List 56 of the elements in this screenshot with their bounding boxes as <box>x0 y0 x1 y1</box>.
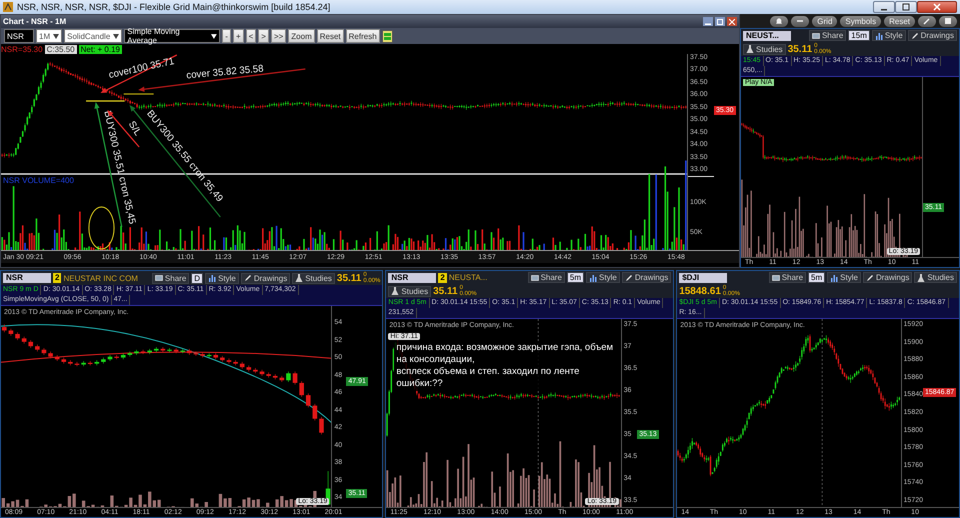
aggregation-button[interactable]: D <box>191 272 204 284</box>
last-price: 35.11 <box>433 286 458 296</box>
share-button[interactable]: Share <box>768 272 806 283</box>
study-dropdown[interactable]: Simple Moving Average <box>124 29 220 43</box>
symbol-field[interactable]: NSR <box>4 29 34 43</box>
net-change: Net: + 0.19 <box>78 44 122 54</box>
link-badge[interactable]: 2 <box>438 272 447 282</box>
nav-button[interactable]: - <box>222 29 231 43</box>
annotation-label: cover100 35.71 <box>108 56 176 82</box>
nav-button[interactable]: + <box>232 29 244 43</box>
toolbar-button[interactable]: Refresh <box>346 29 380 43</box>
nav-button[interactable]: > <box>258 29 269 43</box>
share-button[interactable]: Share <box>152 272 190 284</box>
symbol-field[interactable]: $DJI <box>679 272 728 282</box>
last-price: 15848.61 <box>679 286 721 296</box>
toolbar-button[interactable]: Reset <box>316 29 344 43</box>
header-button[interactable]: Symbols <box>840 16 882 26</box>
nav-button[interactable]: < <box>246 29 256 43</box>
style-button[interactable]: Style <box>586 272 620 283</box>
last-price: 35.11 <box>336 272 362 284</box>
annotation-label: S/L <box>126 119 143 138</box>
last-price: 35.11 <box>788 44 812 54</box>
chart-style-dropdown[interactable]: SolidCandle <box>64 29 122 43</box>
drawings-button[interactable]: Drawings <box>622 272 672 283</box>
company-name: NEUSTAR INC COM <box>63 274 138 282</box>
studies-button[interactable]: Studies <box>388 286 432 296</box>
share-button[interactable]: Share <box>808 30 846 41</box>
chart-window-title: Chart - NSR - 1M <box>3 17 68 26</box>
symbol-field[interactable]: NEUST... <box>743 30 791 40</box>
aggregation-dropdown[interactable]: 1M <box>36 29 62 43</box>
toolbar-button[interactable]: Zoom <box>288 29 315 43</box>
window-title: NSR, NSR, NSR, NSR, $DJI - Flexible Grid Main@thinkorswim [build 1854.24] <box>17 2 332 12</box>
studies-button[interactable]: Studies <box>743 44 786 54</box>
drawings-button[interactable]: Drawings <box>862 272 912 283</box>
header-button[interactable]: Grid <box>812 16 838 26</box>
aggregation-button[interactable]: 15m <box>848 30 870 41</box>
last-price: NSR=35.30 <box>1 44 43 54</box>
share-button[interactable]: Share <box>528 272 565 283</box>
style-button[interactable]: Style <box>872 30 906 41</box>
studies-button[interactable]: Studies <box>292 272 335 284</box>
link-badge[interactable]: 2 <box>53 273 62 283</box>
symbol-field[interactable]: NSR <box>3 273 51 283</box>
company-name: NEUSTA... <box>448 273 488 282</box>
annotation-label: cover 35.82 35.58 <box>186 63 264 82</box>
symbol-field[interactable]: NSR <box>388 272 436 282</box>
volume-label: NSR VOLUME=400 <box>3 176 74 185</box>
aggregation-button[interactable]: 5m <box>566 272 584 283</box>
drawings-button[interactable]: Drawings <box>240 272 290 284</box>
header-button[interactable]: Reset <box>884 16 915 26</box>
aggregation-button[interactable]: 5m <box>808 272 826 283</box>
style-button[interactable]: Style <box>205 272 239 284</box>
close-price: C:35.50 <box>44 44 77 54</box>
nav-button[interactable]: >> <box>270 29 286 43</box>
style-button[interactable]: Style <box>827 272 861 283</box>
studies-button[interactable]: Studies <box>914 272 957 283</box>
drawings-button[interactable]: Drawings <box>908 30 957 41</box>
